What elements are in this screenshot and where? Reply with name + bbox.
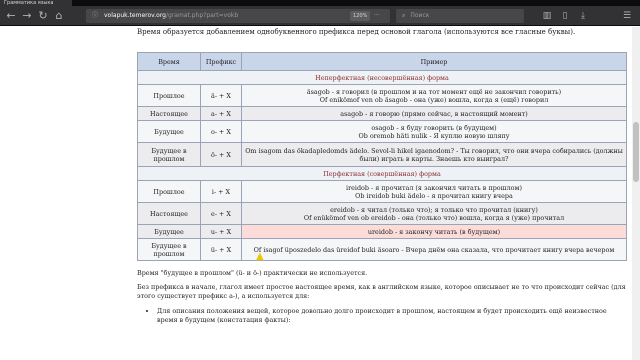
example-line: Ob oremob häti nulik - Я куплю новую шля… bbox=[358, 131, 510, 140]
browser-toolbar: ← → ↻ ⌂ ⓘ volapuk.temerov.org/gramat.php… bbox=[0, 6, 640, 26]
usage-list: Для описания положения вещей, которое до… bbox=[157, 307, 627, 325]
mouse-cursor-icon: ▲ bbox=[256, 251, 264, 262]
example-line: asagob - я говорю (прямо сейчас, в насто… bbox=[340, 109, 528, 118]
cell-prefix: ü- + X bbox=[200, 238, 242, 261]
cell-prefix: u- + X bbox=[200, 224, 242, 239]
example-line: ireidob - я прочитал (я закончил читать … bbox=[346, 183, 522, 192]
note-text: Время "будущее в прошлом" (ü- и ö-) прак… bbox=[137, 269, 368, 277]
example-line: Om isagom das ökadapledomds ädelo. Sevol… bbox=[245, 146, 623, 163]
reload-icon[interactable]: ↻ bbox=[36, 9, 50, 23]
cell-example: Of isagof üposzedelo das üreidof buki äs… bbox=[241, 238, 627, 261]
list-item: Для описания положения вещей, которое до… bbox=[157, 307, 627, 325]
cell-example: osagob - я буду говорить (в будущем) Ob … bbox=[241, 120, 627, 143]
example-line: Of enikömof ven ob äsagob - она (уже) во… bbox=[319, 95, 549, 104]
cell-example: asagob - я говорю (прямо сейчас, в насто… bbox=[241, 106, 627, 121]
table-header-row: Время Префикс Пример bbox=[137, 52, 627, 71]
example-line: osagob - я буду говорить (в будущем) bbox=[371, 123, 497, 132]
section-title: Неперфектная (несовершённая) форма bbox=[137, 70, 627, 85]
paragraph-text: Без префикса в начале, глагол имеет прос… bbox=[137, 283, 626, 300]
table-row-highlighted: Будущее u- + X ureidob - я закончу читат… bbox=[137, 224, 627, 239]
search-icon: ⌕ bbox=[402, 12, 406, 19]
table-row: Настоящее a- + X asagob - я говорю (прям… bbox=[137, 106, 627, 121]
example-line: ereidob - я читал (только что); я только… bbox=[330, 205, 538, 214]
cell-example: ereidob - я читал (только что); я только… bbox=[241, 202, 627, 225]
cell-time: Будущее в прошлом bbox=[137, 238, 201, 261]
cell-time: Настоящее bbox=[137, 202, 201, 225]
cell-time: Прошлое bbox=[137, 180, 201, 203]
example-line: Ob ireidob buki ädelo - я прочитал книгу… bbox=[355, 191, 513, 200]
table-row: Будущее в прошлом ü- + X Of isagof üposz… bbox=[137, 238, 627, 261]
table-row: Прошлое ä- + X äsagob - я говорил (в про… bbox=[137, 84, 627, 107]
example-line: ureidob - я закончу читать (в будущем) bbox=[367, 227, 501, 236]
scrollbar[interactable] bbox=[632, 27, 640, 360]
table-row: Настоящее e- + X ereidob - я читал (толь… bbox=[137, 202, 627, 225]
page-actions-icon[interactable]: ··· bbox=[374, 9, 380, 23]
cell-example: Om isagom das ökadapledomds ädelo. Sevol… bbox=[241, 142, 627, 167]
cell-time: Будущее bbox=[137, 120, 201, 143]
example-line: äsagob - я говорил (в прошлом и на тот м… bbox=[306, 87, 562, 96]
article: Время образуется добавлением однобуквенн… bbox=[137, 27, 627, 325]
downloads-icon[interactable]: ⤓ bbox=[576, 9, 590, 23]
cell-example: ureidob - я закончу читать (в будущем) bbox=[241, 224, 627, 239]
url-text: volapuk.temerov.org/gramat.php?part=vokb bbox=[104, 12, 239, 19]
table-row: Будущее o- + X osagob - я буду говорить … bbox=[137, 120, 627, 143]
col-header-prefix: Префикс bbox=[200, 52, 242, 71]
cell-time: Будущее в прошлом bbox=[137, 142, 201, 167]
col-header-example: Пример bbox=[241, 52, 627, 71]
section-perfect: Перфектная (совершённая) форма bbox=[137, 166, 627, 181]
example-line: Of isagof üposzedelo das üreidof buki äs… bbox=[253, 245, 615, 254]
table-row: Прошлое i- + X ireidob - я прочитал (я з… bbox=[137, 180, 627, 203]
example-line: Of enükömof ven ob ereidob - она (только… bbox=[303, 213, 565, 222]
library-icon[interactable]: ▥ bbox=[540, 9, 554, 23]
tense-table: Время Префикс Пример Неперфектная (несов… bbox=[137, 52, 627, 261]
cell-prefix: ä- + X bbox=[200, 84, 242, 107]
cell-time: Настоящее bbox=[137, 106, 201, 121]
home-icon[interactable]: ⌂ bbox=[52, 9, 66, 23]
back-icon[interactable]: ← bbox=[4, 9, 18, 23]
search-input[interactable]: ⌕ Поиск bbox=[396, 9, 524, 23]
page-viewport: Время образуется добавлением однобуквенн… bbox=[0, 27, 640, 360]
menu-icon[interactable]: ☰ bbox=[620, 9, 634, 23]
cell-prefix: o- + X bbox=[200, 120, 242, 143]
cell-time: Будущее bbox=[137, 224, 201, 239]
info-icon[interactable]: ⓘ bbox=[92, 9, 98, 23]
table-row: Будущее в прошлом ö- + X Om isagom das ö… bbox=[137, 142, 627, 167]
cell-prefix: ö- + X bbox=[200, 142, 242, 167]
cell-example: äsagob - я говорил (в прошлом и на тот м… bbox=[241, 84, 627, 107]
zoom-indicator[interactable]: 120% bbox=[350, 11, 371, 21]
section-imperfect: Неперфектная (несовершённая) форма bbox=[137, 70, 627, 85]
intro-text: Время образуется добавлением однобуквенн… bbox=[137, 28, 576, 36]
forward-icon[interactable]: → bbox=[20, 9, 34, 23]
cell-prefix: a- + X bbox=[200, 106, 242, 121]
sidebar-icon[interactable]: ▯ bbox=[558, 9, 572, 23]
scrollbar-thumb[interactable] bbox=[633, 122, 639, 182]
cell-prefix: i- + X bbox=[200, 180, 242, 203]
address-bar[interactable]: ⓘ volapuk.temerov.org/gramat.php?part=vo… bbox=[86, 9, 390, 23]
section-title: Перфектная (совершённая) форма bbox=[137, 166, 627, 181]
col-header-time: Время bbox=[137, 52, 201, 71]
cell-prefix: e- + X bbox=[200, 202, 242, 225]
tense-table-wrap: Время Префикс Пример Неперфектная (несов… bbox=[137, 52, 627, 261]
cell-time: Прошлое bbox=[137, 84, 201, 107]
cell-example: ireidob - я прочитал (я закончил читать … bbox=[241, 180, 627, 203]
